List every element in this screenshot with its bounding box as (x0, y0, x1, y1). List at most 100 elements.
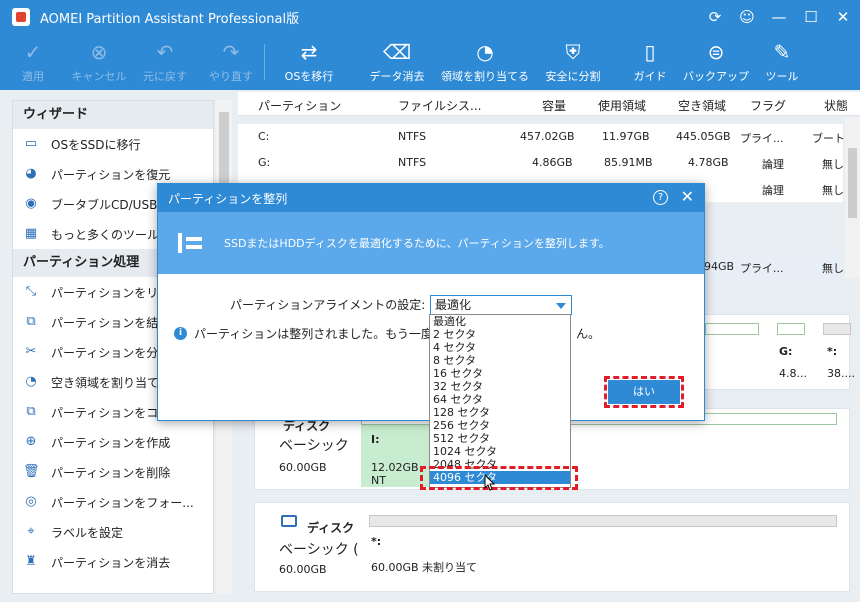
apply-button[interactable]: ✓ 適用 (0, 34, 66, 90)
dropdown-option[interactable]: 1024 セクタ (430, 445, 570, 458)
allocate-space-button[interactable]: ◔ 領域を割り当てる (441, 34, 529, 90)
help-icon[interactable]: ? (653, 190, 668, 205)
check-icon: ✓ (24, 40, 42, 64)
sidebar-item-wipe[interactable]: ♜ パーティションを消去 (13, 547, 213, 577)
dropdown-option[interactable]: 256 セクタ (430, 419, 570, 432)
disk-type: ベーシック (279, 438, 349, 454)
dialog-close-icon[interactable]: ✕ (681, 187, 694, 206)
wipe-data-icon: ⌫ (382, 40, 412, 64)
banner-text: SSDまたはHDDディスクを最適化するために、パーティションを整列します。 (224, 237, 610, 250)
feedback-icon[interactable]: ☺ (738, 8, 756, 26)
alignment-dropdown-list: 最適化 2 セクタ 4 セクタ 8 セクタ 16 セクタ 32 セクタ 64 セ… (429, 314, 571, 488)
guide-icon: ▯ (644, 40, 656, 64)
col-used[interactable]: 使用領域 (598, 97, 646, 114)
redo-button[interactable]: ↷ やり直す (198, 34, 264, 90)
refresh-icon[interactable]: ⟳ (706, 8, 724, 26)
window-controls: ⟳ ☺ — ☐ ✕ (706, 0, 852, 34)
dropdown-option[interactable]: 4 セクタ (430, 341, 570, 354)
wipe-partition-icon: ♜ (25, 554, 37, 569)
col-flag[interactable]: フラグ (750, 97, 786, 114)
sidebar-item-create[interactable]: ⊕ パーティションを作成 (13, 427, 213, 457)
app-logo-icon (12, 8, 30, 26)
col-status[interactable]: 状態 (824, 97, 848, 114)
dialog-header: パーティションを整列 ? ✕ (158, 184, 704, 212)
wipe-data-button[interactable]: ⌫ データ消去 (353, 34, 441, 90)
sidebar-item-migrate-ssd[interactable]: ▭ OSをSSDに移行 (13, 129, 213, 159)
backup-button[interactable]: ⊜ バックアップ (683, 34, 749, 90)
migrate-os-button[interactable]: ⇄ OSを移行 (265, 34, 353, 90)
mouse-cursor-icon (484, 474, 496, 491)
dropdown-option[interactable]: 16 セクタ (430, 367, 570, 380)
delete-partition-icon: 🗑 (23, 464, 40, 479)
dropdown-option[interactable]: 2 セクタ (430, 328, 570, 341)
bootable-media-icon: ◉ (25, 196, 37, 211)
undo-icon: ↶ (156, 40, 174, 64)
dialog-title: パーティションを整列 (168, 191, 288, 206)
partition-bar[interactable] (777, 323, 805, 335)
migrate-ssd-icon: ▭ (24, 136, 38, 151)
table-row[interactable]: C: NTFS 457.02GB 11.97GB 445.05GB プライ...… (238, 124, 845, 150)
main-scrollbar[interactable] (845, 118, 860, 278)
disk-title: ディスク (307, 521, 355, 535)
info-text: パーティションは整列されました。もう一度 (194, 327, 433, 341)
ok-button[interactable]: はい (608, 380, 680, 404)
info-text-tail: ん。 (576, 327, 601, 341)
dropdown-option[interactable]: 最適化 (430, 315, 570, 328)
dropdown-option[interactable]: 64 セクタ (430, 393, 570, 406)
allocate-free-icon: ◔ (25, 374, 37, 389)
alignment-setting-label: パーティションアライメントの設定: (230, 298, 426, 312)
migrate-os-icon: ⇄ (300, 40, 318, 64)
disk-icon (281, 515, 297, 527)
sidebar-item-delete[interactable]: 🗑 パーティションを削除 (13, 457, 213, 487)
backup-icon: ⊜ (707, 40, 725, 64)
dropdown-option[interactable]: 512 セクタ (430, 432, 570, 445)
disk-type: ベーシック ( (279, 542, 359, 558)
disk-size: 60.00GB (279, 461, 327, 474)
create-partition-icon: ⊕ (25, 434, 37, 449)
cancel-button[interactable]: ⊗ キャンセル (66, 34, 132, 90)
format-partition-icon: ◎ (25, 494, 37, 509)
split-partition-icon: ✂ (25, 344, 37, 359)
col-capacity[interactable]: 容量 (542, 97, 566, 114)
minimize-button[interactable]: — (770, 8, 788, 26)
close-button[interactable]: ✕ (834, 8, 852, 26)
chevron-down-icon (556, 303, 566, 309)
tools-icon: ✎ (773, 40, 791, 64)
more-tools-icon: ▦ (24, 226, 38, 241)
disk-panel-3[interactable]: ディスク ベーシック ( 60.00GB *: 60.00GB 未割り当て (254, 502, 850, 592)
sidebar-item-format[interactable]: ◎ パーティションをフォー... (13, 487, 213, 517)
safe-split-icon: ⛨ (565, 40, 581, 64)
toolbar: ✓ 適用 ⊗ キャンセル ↶ 元に戻す ↷ やり直す ⇄ OSを移行 ⌫ データ消去 ◔ 領域… (0, 34, 860, 90)
label-icon: ⌖ (27, 524, 35, 539)
guide-button[interactable]: ▯ ガイド (617, 34, 683, 90)
title-bar: AOMEI Partition Assistant Professional版 … (0, 0, 860, 34)
partition-bar[interactable] (369, 515, 837, 527)
partition-bar[interactable] (705, 323, 759, 335)
dropdown-option[interactable]: 8 セクタ (430, 354, 570, 367)
option-highlight (420, 466, 578, 490)
merge-partition-icon: ⧉ (26, 314, 36, 329)
dialog-banner: SSDまたはHDDディスクを最適化するために、パーティションを整列します。 (158, 212, 704, 274)
tools-button[interactable]: ✎ ツール (749, 34, 815, 90)
table-row[interactable]: G: NTFS 4.86GB 85.91MB 4.78GB 論理 無し (238, 150, 844, 176)
col-filesystem[interactable]: ファイルシス... (398, 97, 481, 114)
dropdown-option[interactable]: 32 セクタ (430, 380, 570, 393)
resize-partition-icon: ⤡ (25, 284, 37, 299)
scrollbar-thumb[interactable] (848, 148, 857, 218)
align-icon (178, 231, 202, 255)
wizard-section-title: ウィザード (13, 101, 213, 129)
allocate-space-icon: ◔ (476, 40, 494, 64)
info-icon: i (174, 327, 187, 340)
maximize-button[interactable]: ☐ (802, 8, 820, 26)
col-free[interactable]: 空き領域 (678, 97, 726, 114)
sidebar-item-label[interactable]: ⌖ ラベルを設定 (13, 517, 213, 547)
alignment-select[interactable]: 最適化 (430, 295, 572, 315)
copy-partition-icon: ⧉ (26, 404, 36, 419)
redo-icon: ↷ (222, 40, 240, 64)
partition-bar[interactable] (823, 323, 851, 335)
dropdown-option[interactable]: 128 セクタ (430, 406, 570, 419)
undo-button[interactable]: ↶ 元に戻す (132, 34, 198, 90)
safe-split-button[interactable]: ⛨ 安全に分割 (529, 34, 617, 90)
table-header: パーティション ファイルシス... 容量 使用領域 空き領域 フラグ 状態 (238, 92, 860, 116)
col-partition[interactable]: パーティション (258, 97, 341, 114)
